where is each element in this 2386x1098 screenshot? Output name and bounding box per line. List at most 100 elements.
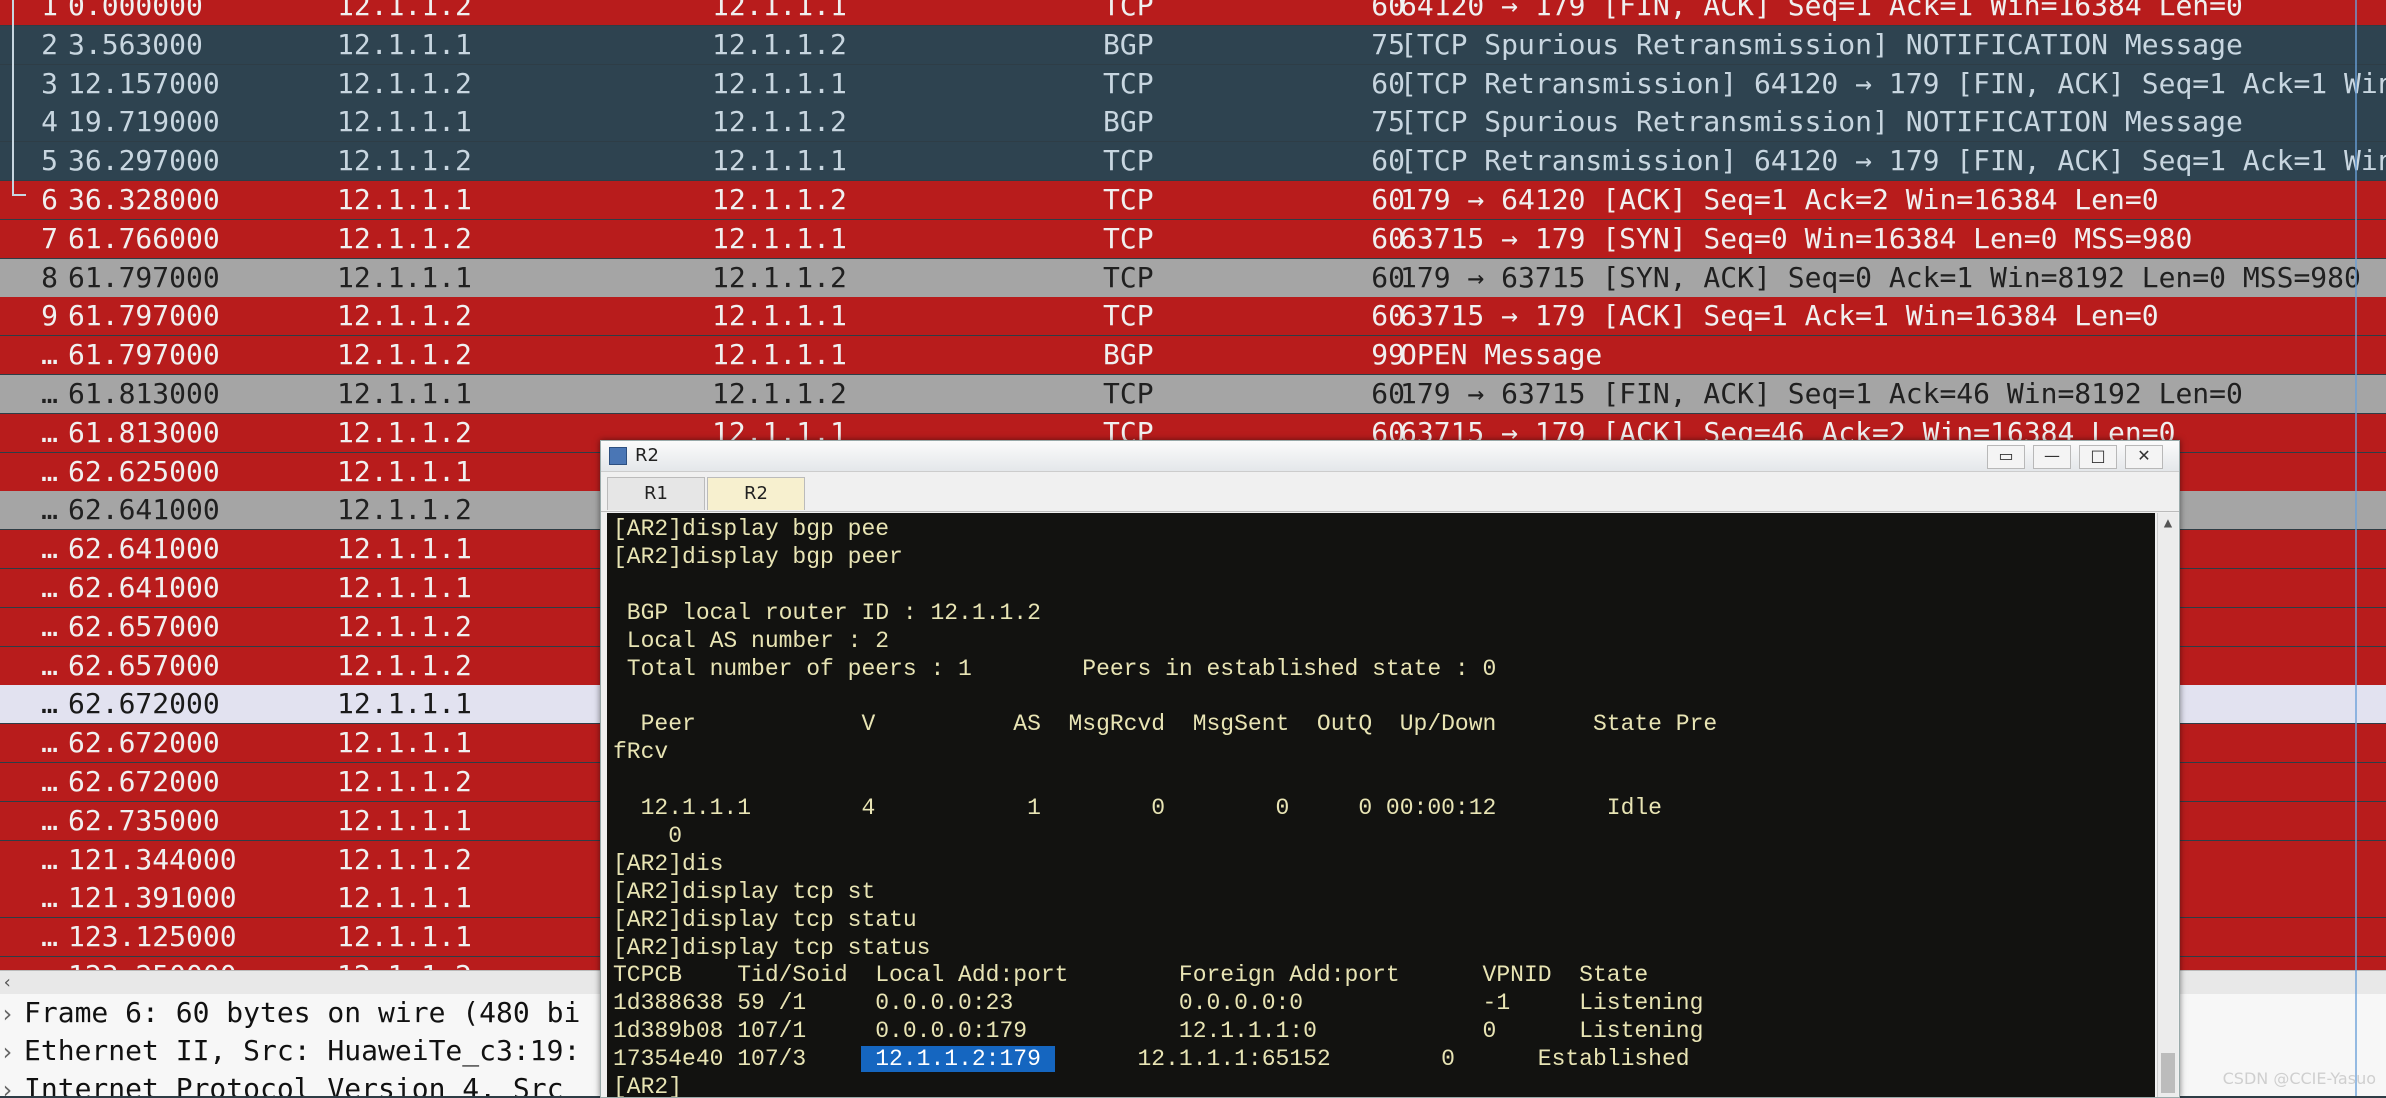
packet-dst: 12.1.1.1	[712, 66, 847, 100]
terminal-prompt[interactable]: [AR2]	[613, 1073, 682, 1097]
selected-local-address: 12.1.1.2:179	[861, 1046, 1055, 1073]
packet-src: 12.1.1.1	[337, 377, 472, 410]
terminal-line: [AR2]display tcp st	[613, 878, 876, 905]
expand-icon[interactable]: ›	[0, 1033, 24, 1071]
packet-src: 12.1.1.2	[337, 221, 472, 255]
packet-src: 12.1.1.1	[337, 881, 472, 915]
packet-src: 12.1.1.1	[337, 183, 472, 216]
packet-row[interactable]: 6 36.328000 12.1.1.1 12.1.1.2 TCP 60 179 → 641…	[0, 181, 2386, 219]
detail-row-ip[interactable]: › Internet Protocol Version 4, Src	[0, 1070, 563, 1096]
packet-no: …	[41, 338, 58, 372]
packet-src: 12.1.1.2	[337, 66, 472, 100]
packet-proto: BGP	[1103, 338, 1154, 372]
packet-proto: TCP	[1103, 183, 1154, 216]
packet-time: 123.125000	[68, 920, 237, 954]
packet-time: 36.297000	[68, 144, 220, 178]
packet-dst: 12.1.1.1	[712, 221, 847, 255]
packet-src: 12.1.1.1	[337, 454, 472, 488]
packet-time: 61.813000	[68, 415, 220, 449]
packet-row[interactable]: 8 61.797000 12.1.1.1 12.1.1.2 TCP 60 179 → 637…	[0, 258, 2386, 297]
restore-icon[interactable]: ▭	[1987, 445, 2025, 469]
packet-no: …	[41, 493, 58, 527]
minimize-button[interactable]: —	[2033, 445, 2071, 469]
packet-src: 12.1.1.2	[337, 648, 472, 682]
maximize-button[interactable]: □	[2079, 445, 2117, 469]
packet-row[interactable]: 4 19.719000 12.1.1.1 12.1.1.2 BGP 75 [TCP Spur…	[0, 103, 2386, 142]
packet-time: 62.672000	[68, 687, 220, 721]
packet-row[interactable]: 2 3.563000 12.1.1.1 12.1.1.2 BGP 75 [TCP Spuri…	[0, 25, 2386, 64]
packet-no: 8	[41, 260, 58, 294]
packet-time: 62.641000	[68, 571, 220, 604]
packet-time: 61.797000	[68, 299, 220, 333]
packet-no: …	[41, 881, 58, 915]
packet-time: 121.344000	[68, 842, 237, 876]
packet-no: …	[41, 803, 58, 837]
packet-no: 7	[41, 221, 58, 255]
r2-console-window: R2 ▭ — □ ✕ R1 R2 [AR2]display bgp pee [AR…	[600, 440, 2180, 1098]
packet-row[interactable]: 9 61.797000 12.1.1.2 12.1.1.1 TCP 60 63715 → 1…	[0, 297, 2386, 336]
column-guide-line	[2355, 0, 2357, 1096]
terminal-line: 1d389b08 107/1 0.0.0.0:179 12.1.1.1:0 0 …	[613, 1018, 1704, 1045]
tab-r1[interactable]: R1	[607, 477, 705, 510]
expand-icon[interactable]: ›	[0, 995, 24, 1033]
terminal-line: [AR2]dis	[613, 850, 724, 877]
expand-icon[interactable]: ›	[0, 1071, 24, 1096]
detail-row-ethernet[interactable]: › Ethernet II, Src: HuaweiTe_c3:19:	[0, 1032, 580, 1070]
packet-src: 12.1.1.1	[337, 803, 472, 837]
terminal-output[interactable]: [AR2]display bgp pee [AR2]display bgp pee…	[607, 513, 2155, 1097]
scroll-thumb[interactable]	[2161, 1053, 2175, 1093]
packet-row[interactable]: 7 61.766000 12.1.1.2 12.1.1.1 TCP 60 63715 → 1…	[0, 219, 2386, 258]
terminal-line: Peer V AS MsgRcvd MsgSent OutQ Up/Down S…	[613, 711, 1718, 738]
close-button[interactable]: ✕	[2125, 445, 2163, 469]
packet-no: …	[41, 377, 58, 410]
packet-len: 60	[1371, 66, 1405, 100]
packet-time: 62.672000	[68, 726, 220, 760]
packet-src: 12.1.1.2	[337, 0, 472, 22]
packet-len: 60	[1371, 0, 1405, 22]
tab-r2[interactable]: R2	[707, 477, 805, 510]
packet-no: …	[41, 648, 58, 682]
packet-no: 4	[41, 105, 58, 139]
terminal-line: [AR2]display bgp pee	[613, 516, 890, 542]
conversation-bracket	[12, 0, 24, 196]
packet-proto: TCP	[1103, 221, 1154, 255]
packet-time: 61.813000	[68, 377, 220, 410]
terminal-line: Total number of peers : 1 Peers in estab…	[613, 655, 1497, 682]
terminal-line: [AR2]display tcp status	[613, 934, 931, 961]
packet-row[interactable]: 3 12.157000 12.1.1.2 12.1.1.1 TCP 60 [TCP Retr…	[0, 64, 2386, 103]
packet-dst: 12.1.1.1	[712, 144, 847, 178]
detail-text: Ethernet II, Src: HuaweiTe_c3:19:	[24, 1034, 581, 1067]
packet-info: 179 → 63715 [SYN, ACK] Seq=0 Ack=1 Win=8…	[1400, 260, 2361, 294]
packet-src: 12.1.1.1	[337, 260, 472, 294]
conversation-bracket-end	[12, 194, 26, 196]
packet-info: [TCP Spurious Retransmission] NOTIFICATI…	[1400, 105, 2243, 139]
packet-src: 12.1.1.1	[337, 726, 472, 760]
terminal-vscrollbar[interactable]: ▲	[2157, 513, 2178, 1097]
packet-row[interactable]: 1 0.000000 12.1.1.2 12.1.1.1 TCP 60 64120 → 17…	[0, 0, 2386, 25]
packet-src: 12.1.1.2	[337, 415, 472, 449]
packet-len: 60	[1371, 144, 1405, 178]
terminal-line: 12.1.1.1 4 1 0 0 0 00:00:12 Idle	[613, 795, 1662, 821]
packet-info: 179 → 63715 [FIN, ACK] Seq=1 Ack=46 Win=…	[1400, 377, 2243, 410]
detail-text: Frame 6: 60 bytes on wire (480 bi	[24, 996, 581, 1029]
packet-src: 12.1.1.2	[337, 299, 472, 333]
detail-row-frame[interactable]: › Frame 6: 60 bytes on wire (480 bi	[0, 994, 580, 1032]
scroll-left-icon[interactable]: ‹	[2, 971, 13, 995]
packet-info: [TCP Retransmission] 64120 → 179 [FIN, A…	[1400, 144, 2386, 178]
packet-len: 99	[1371, 338, 1405, 372]
packet-src: 12.1.1.1	[337, 571, 472, 604]
r2-titlebar[interactable]: R2 ▭ — □ ✕	[601, 441, 2179, 472]
packet-no: …	[41, 609, 58, 643]
packet-src: 12.1.1.2	[337, 842, 472, 876]
packet-no: …	[41, 687, 58, 721]
packet-info: 64120 → 179 [FIN, ACK] Seq=1 Ack=1 Win=1…	[1400, 0, 2243, 22]
packet-info: 63715 → 179 [ACK] Seq=1 Ack=1 Win=16384 …	[1400, 299, 2159, 333]
terminal-line: TCPCB Tid/Soid Local Add:port Foreign Ad…	[613, 962, 1649, 989]
packet-row[interactable]: 5 36.297000 12.1.1.2 12.1.1.1 TCP 60 [TCP Retr…	[0, 142, 2386, 181]
packet-proto: BGP	[1103, 105, 1154, 139]
packet-src: 12.1.1.2	[337, 609, 472, 643]
scroll-up-icon[interactable]: ▲	[2158, 513, 2178, 533]
packet-row[interactable]: … 61.797000 12.1.1.2 12.1.1.1 BGP 99 OPEN Mess…	[0, 336, 2386, 375]
packet-row[interactable]: … 61.813000 12.1.1.1 12.1.1.2 TCP 60 179 → 637…	[0, 375, 2386, 413]
packet-time: 36.328000	[68, 183, 220, 216]
